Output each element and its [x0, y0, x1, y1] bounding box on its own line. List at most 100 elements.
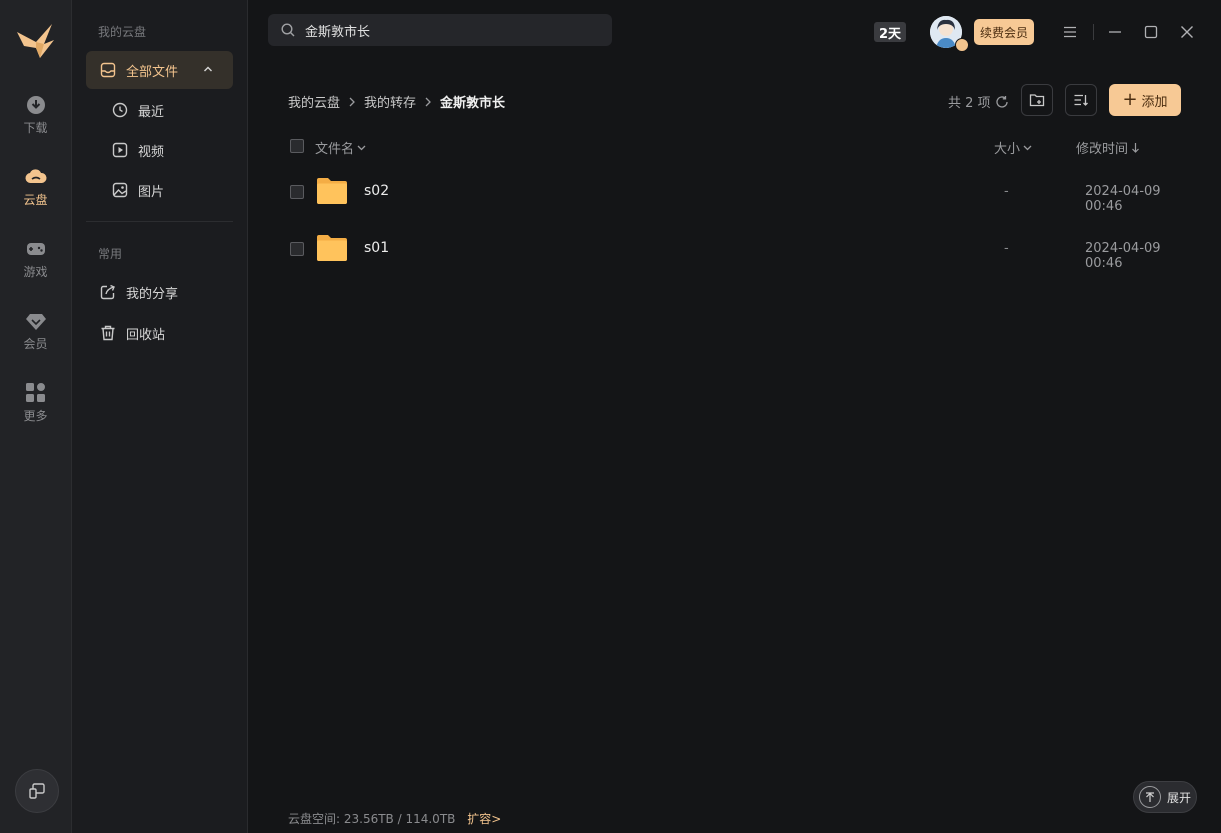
add-button-label: 添加	[1141, 94, 1168, 110]
upload-arrow-icon	[1139, 786, 1161, 808]
rail-label: 更多	[23, 409, 48, 423]
video-icon	[112, 142, 128, 158]
item-count-text: 共 2 项	[948, 96, 991, 111]
rail-item-download[interactable]: 下载	[0, 95, 71, 151]
storage-info: 云盘空间: 23.56TB / 114.0TB 扩容>	[288, 810, 501, 827]
row-checkbox[interactable]	[290, 242, 304, 256]
sidebar-item-recycle-bin[interactable]: 回收站	[86, 314, 233, 352]
minimize-button[interactable]	[1105, 22, 1125, 42]
chevron-up-icon[interactable]	[203, 64, 213, 74]
sidebar-item-label: 全部文件	[126, 64, 179, 80]
rail-label: 下载	[23, 121, 48, 135]
device-icon	[29, 783, 45, 799]
column-header-modified[interactable]: 修改时间	[1076, 138, 1140, 157]
rail-item-more[interactable]: 更多	[0, 383, 71, 439]
grid-icon	[25, 383, 45, 402]
rail-item-vip[interactable]: 会员	[0, 311, 71, 367]
sidebar-item-label: 回收站	[126, 327, 166, 343]
sidebar-item-label: 我的分享	[126, 286, 179, 302]
search-input[interactable]	[303, 21, 587, 39]
renew-vip-button[interactable]: 续费会员	[974, 19, 1034, 45]
column-header-name[interactable]: 文件名	[315, 138, 366, 157]
window-controls-divider	[1093, 24, 1094, 40]
file-size: -	[1004, 241, 1009, 256]
plus-icon: +	[1122, 89, 1138, 110]
chevron-right-icon	[349, 97, 355, 106]
maximize-icon	[1144, 25, 1158, 39]
share-icon	[100, 284, 115, 300]
rail-label: 云盘	[23, 193, 48, 207]
menu-button[interactable]	[1060, 22, 1080, 42]
breadcrumb: 我的云盘 我的转存 金斯敦市长	[288, 92, 505, 111]
vip-badge-icon	[955, 38, 969, 52]
sidebar-item-recent[interactable]: 最近	[86, 91, 233, 129]
table-row[interactable]: s01 - 2024-04-09 00:46	[288, 224, 1188, 274]
menu-icon	[1064, 26, 1076, 38]
chevron-down-icon	[1023, 145, 1032, 150]
sidebar-section-title: 我的云盘	[98, 25, 147, 39]
refresh-icon[interactable]	[995, 95, 1009, 109]
arrow-down-icon	[1132, 143, 1139, 153]
breadcrumb-item[interactable]: 我的转存	[364, 92, 416, 111]
file-modified: 2024-04-09 00:46	[1085, 184, 1161, 214]
table-header: 文件名 大小 修改时间	[288, 136, 1188, 157]
chevron-right-icon	[425, 97, 431, 106]
rail-item-cloud[interactable]: 云盘	[0, 167, 71, 223]
sidebar-item-label: 图片	[138, 184, 165, 200]
column-header-label: 修改时间	[1076, 142, 1129, 157]
folder-icon	[317, 178, 347, 204]
sidebar-item-my-share[interactable]: 我的分享	[86, 273, 233, 311]
file-modified: 2024-04-09 00:46	[1085, 241, 1161, 271]
download-icon	[26, 96, 45, 114]
storage-label: 云盘空间:	[288, 812, 341, 826]
sidebar-item-all-files[interactable]: 全部文件	[86, 51, 233, 89]
new-folder-button[interactable]	[1021, 84, 1053, 116]
select-all-checkbox[interactable]	[290, 139, 304, 153]
breadcrumb-current: 金斯敦市长	[440, 96, 506, 111]
file-size: -	[1004, 184, 1009, 199]
close-button[interactable]	[1177, 22, 1197, 42]
sidebar-item-label: 视频	[138, 144, 165, 160]
sidebar-item-images[interactable]: 图片	[86, 171, 233, 209]
days-badge: 2天	[874, 22, 906, 42]
add-button[interactable]: + 添加	[1109, 84, 1181, 116]
search-box[interactable]	[268, 14, 612, 46]
sort-button[interactable]	[1065, 84, 1097, 116]
table-row[interactable]: s02 - 2024-04-09 00:46	[288, 167, 1188, 217]
sort-icon	[1074, 94, 1088, 106]
device-switch-button[interactable]	[15, 769, 59, 813]
search-icon	[281, 23, 295, 37]
inbox-icon	[100, 62, 116, 78]
image-icon	[112, 182, 128, 198]
row-checkbox[interactable]	[290, 185, 304, 199]
sidebar-divider	[86, 221, 233, 222]
expand-storage-link[interactable]: 扩容>	[467, 812, 501, 826]
chevron-down-icon	[357, 145, 366, 150]
item-count: 共 2 项	[948, 92, 1009, 111]
rail-label: 游戏	[23, 265, 48, 279]
sidebar: 我的云盘 全部文件 最近 视频 图片 常用 我的分享 回收站	[72, 0, 248, 833]
maximize-button[interactable]	[1141, 22, 1161, 42]
cloud-icon	[24, 169, 47, 184]
new-folder-icon	[1029, 94, 1045, 107]
app-logo-icon	[17, 24, 54, 58]
rail-item-games[interactable]: 游戏	[0, 239, 71, 295]
sidebar-common-title: 常用	[98, 247, 123, 261]
file-name[interactable]: s01	[364, 240, 389, 256]
gamepad-icon	[26, 243, 45, 255]
sidebar-item-label: 最近	[138, 104, 165, 120]
storage-value: 23.56TB / 114.0TB	[343, 812, 456, 826]
trash-icon	[101, 325, 115, 341]
column-header-label: 文件名	[315, 142, 355, 157]
minimize-icon	[1109, 31, 1121, 33]
file-name[interactable]: s02	[364, 183, 389, 199]
expand-panel-label: 展开	[1167, 790, 1192, 805]
clock-icon	[112, 102, 128, 118]
column-header-size[interactable]: 大小	[994, 138, 1032, 157]
expand-panel-button[interactable]: 展开	[1133, 781, 1197, 813]
left-rail: 下载 云盘 游戏 会员 更多	[0, 0, 72, 833]
sidebar-item-video[interactable]: 视频	[86, 131, 233, 169]
diamond-icon	[25, 314, 46, 330]
breadcrumb-item[interactable]: 我的云盘	[288, 92, 340, 111]
rail-label: 会员	[23, 337, 48, 351]
